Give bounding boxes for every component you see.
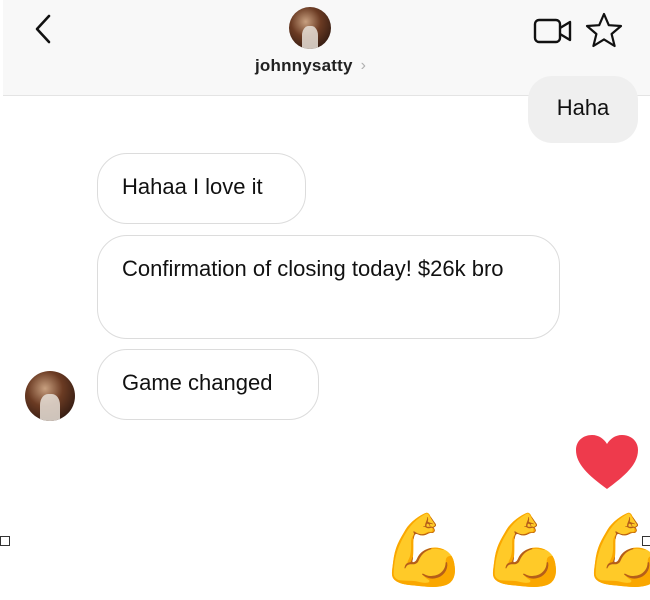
heart-icon[interactable] xyxy=(574,433,640,491)
sender-avatar[interactable] xyxy=(25,371,75,421)
selection-handle[interactable] xyxy=(0,536,10,546)
chevron-right-icon: › xyxy=(360,57,366,74)
outgoing-message-bubble[interactable]: Haha xyxy=(528,76,638,143)
emoji-reactions: 💪 💪 💪 xyxy=(380,508,650,594)
selection-handle[interactable] xyxy=(642,536,650,546)
message-text: Confirmation of closing today! $26k bro xyxy=(122,256,504,281)
flexed-biceps-emoji[interactable]: 💪 xyxy=(481,508,568,594)
incoming-message-bubble[interactable]: Hahaa I love it xyxy=(97,153,306,224)
flexed-biceps-emoji[interactable]: 💪 xyxy=(380,508,467,594)
message-text: Hahaa I love it xyxy=(122,174,263,199)
incoming-message-bubble[interactable]: Confirmation of closing today! $26k bro xyxy=(97,235,560,339)
incoming-message-bubble[interactable]: Game changed xyxy=(97,349,319,420)
video-call-icon[interactable] xyxy=(533,15,573,47)
back-arrow-icon[interactable] xyxy=(29,10,59,48)
star-icon[interactable] xyxy=(585,12,623,48)
header-avatar[interactable] xyxy=(289,7,331,49)
username: johnnysatty xyxy=(255,56,353,75)
message-text: Game changed xyxy=(122,370,273,395)
profile-link[interactable]: johnnysatty › xyxy=(255,56,366,76)
flexed-biceps-emoji[interactable]: 💪 xyxy=(582,508,650,594)
message-text: Haha xyxy=(556,95,610,120)
